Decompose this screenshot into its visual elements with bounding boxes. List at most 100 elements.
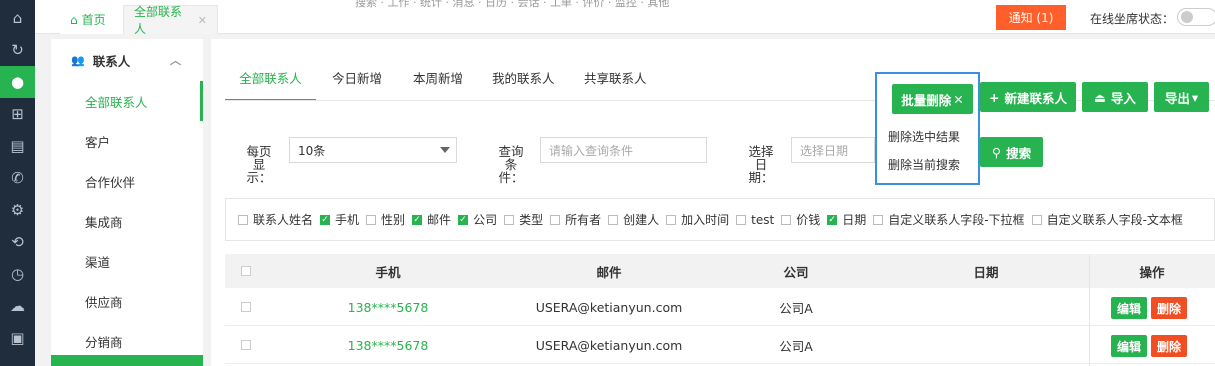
checkbox[interactable] — [781, 214, 792, 225]
table-row[interactable]: 138****5678 USERA@ketianyun.com 公司A 编辑 删… — [225, 326, 1215, 364]
checkbox[interactable] — [608, 214, 619, 225]
header-email[interactable]: 邮件 — [509, 254, 709, 288]
briefcase-icon[interactable]: ▣ — [0, 322, 35, 354]
row-checkbox[interactable] — [241, 302, 251, 312]
row-select-cell[interactable] — [225, 326, 267, 364]
user-icon[interactable]: ● — [0, 66, 35, 98]
sidebar-item-all-contacts[interactable]: 全部联系人 — [51, 81, 203, 121]
delete-selected-option[interactable]: 删除选中结果 — [888, 128, 960, 145]
column-option-label: 公司 — [473, 213, 498, 227]
sidebar-item-integrators[interactable]: 集成商 — [51, 201, 203, 241]
phone-icon[interactable]: ✆ — [0, 162, 35, 194]
column-option[interactable]: 所有者 — [550, 211, 601, 228]
online-status-label: 在线坐席状态： — [1090, 12, 1175, 26]
sidebar-next-item-highlight[interactable] — [51, 355, 203, 366]
column-option[interactable]: ✓ 邮件 — [412, 211, 451, 228]
checkbox[interactable] — [504, 214, 515, 225]
cell-phone[interactable]: 138****5678 — [267, 288, 509, 326]
table-row[interactable]: 138****5678 USERA@ketianyun.com 公司A 编辑 删… — [225, 288, 1215, 326]
column-option[interactable]: ✓ 手机 — [320, 211, 359, 228]
checkbox-checked[interactable]: ✓ — [827, 214, 838, 225]
chat-icon[interactable]: ☁ — [0, 290, 35, 322]
main-panel: 全部联系人 今日新增 本周新增 我的联系人 共享联系人 批量删除 ✕ 删除选中结… — [211, 39, 1215, 366]
notice-button[interactable]: 通知 (1) — [996, 5, 1066, 30]
tab-all-contacts-label: 全部联系人 — [134, 5, 183, 36]
history-icon[interactable]: ⟲ — [0, 226, 35, 258]
delete-button[interactable]: 删除 — [1151, 297, 1187, 319]
delete-button[interactable]: 删除 — [1151, 335, 1187, 357]
column-option[interactable]: 加入时间 — [666, 211, 729, 228]
new-contact-button[interactable]: + 新建联系人 — [980, 82, 1076, 112]
cell-date — [883, 326, 1089, 364]
home-icon[interactable]: ⌂ — [0, 2, 35, 34]
row-select-cell[interactable] — [225, 288, 267, 326]
tab-home-label: 首页 — [81, 13, 106, 27]
tab-shared-contacts[interactable]: 共享联系人 — [584, 61, 647, 101]
query-input[interactable]: 请输入查询条件 — [540, 137, 707, 163]
icon-rail: ⌂ ↻ ● ⊞ ▤ ✆ ⚙ ⟲ ◷ ☁ ▣ — [0, 0, 35, 366]
row-checkbox[interactable] — [241, 340, 251, 350]
batch-delete-button[interactable]: 批量删除 ✕ — [892, 84, 973, 114]
checkbox[interactable] — [873, 214, 884, 225]
clock-icon[interactable]: ◷ — [0, 258, 35, 290]
upload-icon: ⏏ — [1094, 89, 1106, 105]
checkbox-checked[interactable]: ✓ — [412, 214, 423, 225]
search-button[interactable]: ⚲ 搜索 — [980, 137, 1043, 167]
checkbox[interactable] — [736, 214, 747, 225]
checkbox-checked[interactable]: ✓ — [458, 214, 469, 225]
online-status-toggle[interactable] — [1177, 8, 1215, 26]
tab-all-contacts[interactable]: 全部联系人 ✕ — [123, 5, 218, 36]
column-option[interactable]: 价钱 — [781, 211, 820, 228]
header-date[interactable]: 日期 — [883, 254, 1089, 288]
tab-all-contacts-list[interactable]: 全部联系人 — [225, 61, 316, 101]
refresh-icon[interactable]: ↻ — [0, 34, 35, 66]
column-option[interactable]: 联系人姓名 — [238, 211, 313, 228]
tab-today-new[interactable]: 今日新增 — [332, 61, 382, 101]
group-icon: 👥 — [71, 53, 85, 67]
sidebar-item-partners[interactable]: 合作伙伴 — [51, 161, 203, 201]
edit-button[interactable]: 编辑 — [1111, 335, 1147, 357]
close-icon[interactable]: ✕ — [198, 14, 207, 27]
column-option[interactable]: 自定义联系人字段-文本框 — [1031, 211, 1183, 228]
settings-icon[interactable]: ⚙ — [0, 194, 35, 226]
column-option-label: 日期 — [842, 213, 867, 227]
cell-phone[interactable]: 138****5678 — [267, 326, 509, 364]
import-button[interactable]: ⏏ 导入 — [1082, 82, 1148, 112]
per-page-select[interactable]: 10条 — [289, 137, 457, 163]
checkbox[interactable] — [1031, 214, 1042, 225]
column-option[interactable]: ✓ 日期 — [827, 211, 866, 228]
select-all-cell[interactable] — [225, 254, 267, 288]
column-option[interactable]: 创建人 — [608, 211, 659, 228]
select-all-checkbox[interactable] — [241, 266, 251, 276]
sidebar-item-customers[interactable]: 客户 — [51, 121, 203, 161]
column-option[interactable]: ✓ 公司 — [458, 211, 497, 228]
tab-week-new[interactable]: 本周新增 — [413, 61, 463, 101]
sidebar-header-label: 联系人 — [92, 53, 131, 69]
header-phone[interactable]: 手机 — [267, 254, 509, 288]
header-company[interactable]: 公司 — [709, 254, 883, 288]
date-label: 选择日期： — [748, 144, 774, 185]
checkbox[interactable] — [666, 214, 677, 225]
column-option[interactable]: 类型 — [504, 211, 543, 228]
export-button[interactable]: 导出 ▾ — [1154, 82, 1209, 112]
import-label: 导入 — [1110, 90, 1136, 106]
apps-icon[interactable]: ⊞ — [0, 98, 35, 130]
column-option[interactable]: 性别 — [366, 211, 405, 228]
checkbox[interactable] — [366, 214, 377, 225]
sidebar-item-channels[interactable]: 渠道 — [51, 241, 203, 281]
sidebar-item-suppliers[interactable]: 供应商 — [51, 281, 203, 321]
delete-current-search-option[interactable]: 删除当前搜索 — [888, 156, 960, 173]
query-label: 查询条件： — [498, 144, 524, 185]
tab-my-contacts[interactable]: 我的联系人 — [492, 61, 555, 101]
sidebar-header[interactable]: 👥 联系人 ︿ — [51, 39, 203, 81]
checkbox[interactable] — [238, 214, 248, 225]
column-option[interactable]: test — [736, 213, 774, 227]
date-input[interactable]: 选择日期 — [791, 137, 875, 163]
checkbox-checked[interactable]: ✓ — [320, 214, 331, 225]
clipboard-icon[interactable]: ▤ — [0, 130, 35, 162]
checkbox[interactable] — [550, 214, 561, 225]
edit-button[interactable]: 编辑 — [1111, 297, 1147, 319]
column-option[interactable]: 自定义联系人字段-下拉框 — [873, 211, 1025, 228]
chevron-up-icon[interactable]: ︿ — [170, 52, 181, 68]
plus-icon: + — [989, 89, 1000, 105]
